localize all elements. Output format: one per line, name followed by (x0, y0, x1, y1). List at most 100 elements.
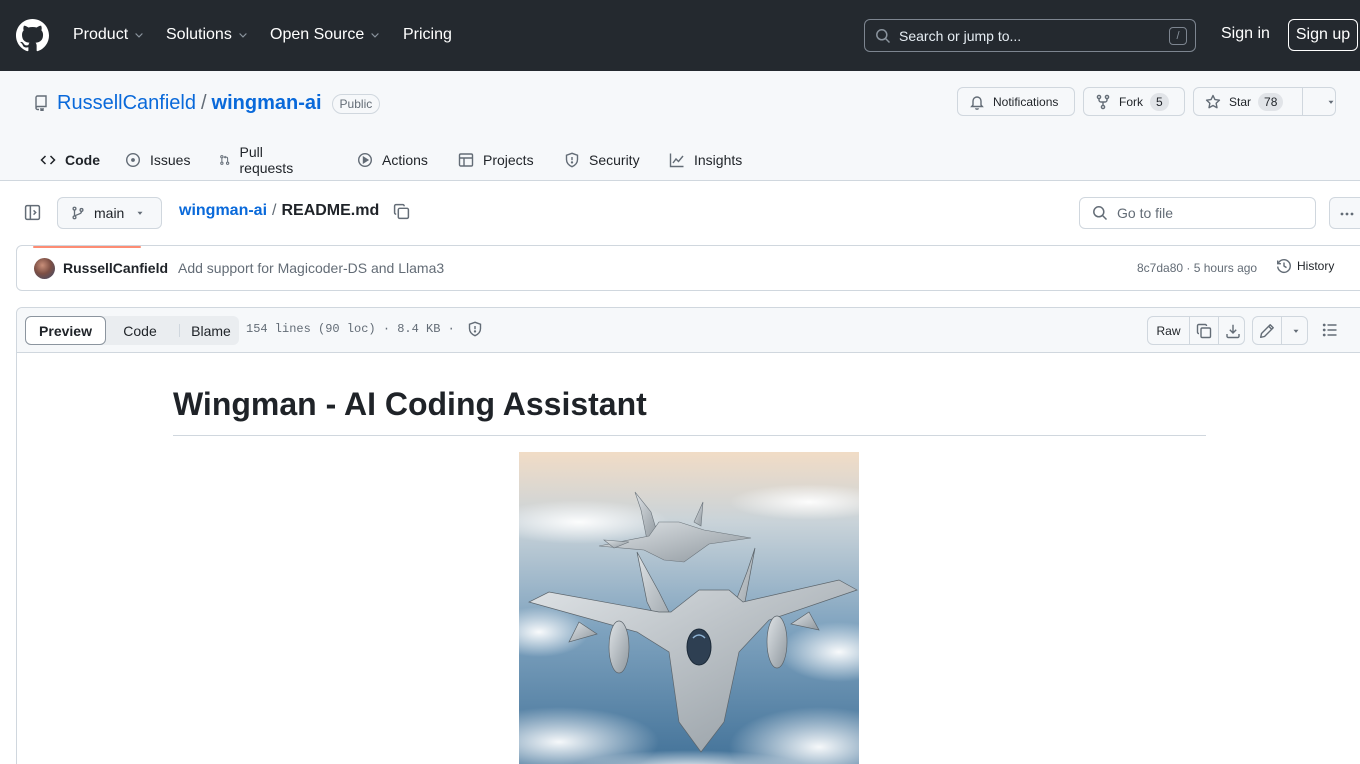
list-unordered-icon[interactable] (1322, 322, 1338, 338)
chevron-down-icon (239, 33, 247, 38)
copy-raw-button[interactable] (1190, 317, 1218, 344)
github-logo-icon[interactable] (16, 19, 49, 52)
chevron-down-icon (135, 33, 143, 38)
shield-icon (565, 152, 579, 168)
shield-check-icon[interactable] (467, 321, 483, 337)
notifications-button[interactable]: Notifications (957, 87, 1075, 116)
raw-copy-download-group: Raw (1147, 316, 1245, 345)
readme-title: Wingman - AI Coding Assistant (173, 386, 647, 422)
tab-issues[interactable]: Issues (125, 139, 190, 181)
sign-in-link[interactable]: Sign in (1221, 25, 1270, 43)
nav-solutions[interactable]: Solutions (166, 25, 249, 45)
fork-count: 5 (1150, 92, 1169, 111)
star-dropdown-caret[interactable] (1315, 97, 1344, 107)
edit-file-button[interactable] (1253, 317, 1281, 344)
branch-name: main (94, 205, 125, 221)
sign-up-button[interactable]: Sign up (1288, 19, 1358, 51)
go-to-file-placeholder: Go to file (1117, 205, 1174, 221)
download-icon (1225, 324, 1240, 338)
tab-projects-label: Projects (483, 152, 534, 168)
history-icon (1277, 259, 1291, 273)
nav-open-source[interactable]: Open Source (270, 25, 381, 45)
history-label: History (1297, 259, 1335, 273)
tab-pull-requests[interactable]: Pull requests (219, 139, 298, 181)
download-button[interactable] (1219, 317, 1246, 344)
repo-owner-link[interactable]: RussellCanfield (57, 92, 196, 115)
star-icon (1205, 94, 1221, 108)
star-button[interactable]: Star 78 (1193, 87, 1336, 116)
nav-solutions-label: Solutions (166, 26, 232, 43)
visibility-badge: Public (331, 93, 381, 114)
commit-sha-time[interactable]: 8c7da80 · 5 hours ago (1137, 261, 1257, 275)
nav-pricing[interactable]: Pricing (403, 25, 452, 45)
view-mode-switcher: Preview Code Blame (25, 316, 239, 345)
branch-selector[interactable]: main (57, 197, 162, 229)
nav-open-source-label: Open Source (270, 26, 365, 43)
nav-product[interactable]: Product (73, 25, 145, 45)
raw-label: Raw (1156, 323, 1181, 338)
blame-mode-button[interactable]: Blame (183, 316, 239, 345)
raw-button[interactable]: Raw (1148, 317, 1189, 344)
repo-name-link[interactable]: wingman-ai (212, 92, 322, 115)
latest-commit-bar: RussellCanfield Add support for Magicode… (16, 245, 1360, 291)
kebab-horizontal-icon (1340, 212, 1354, 216)
global-header: Product Solutions Open Source Pricing Se… (0, 0, 1360, 71)
hero-image[interactable] (519, 452, 859, 764)
search-input[interactable]: Search or jump to... / (864, 19, 1196, 52)
git-pull-request-icon (220, 155, 230, 165)
avatar[interactable] (34, 258, 55, 279)
edit-dropdown-button[interactable] (1282, 317, 1309, 344)
table-icon (458, 153, 474, 167)
code-mode-label: Code (123, 322, 157, 339)
repo-header: RussellCanfield / wingman-ai Public Noti… (0, 71, 1360, 248)
tab-security[interactable]: Security (564, 139, 640, 181)
code-icon (40, 155, 56, 165)
search-icon (1093, 206, 1108, 221)
repo-title: RussellCanfield / wingman-ai Public (57, 92, 381, 115)
tab-insights[interactable]: Insights (669, 139, 742, 181)
star-label: Star (1229, 94, 1252, 109)
history-button[interactable]: History (1276, 258, 1334, 274)
triangle-down-icon (1293, 329, 1298, 333)
issue-opened-icon (125, 152, 141, 168)
tab-actions[interactable]: Actions (357, 139, 428, 181)
notifications-label: Notifications (993, 94, 1059, 109)
code-mode-button[interactable]: Code (110, 316, 170, 345)
copy-path-icon[interactable] (393, 203, 410, 220)
pencil-icon (1260, 323, 1274, 338)
repo-icon (33, 95, 49, 111)
more-options-button[interactable] (1329, 197, 1360, 229)
nav-pricing-label: Pricing (403, 26, 452, 43)
tab-security-label: Security (589, 152, 640, 168)
chevron-down-icon (371, 33, 380, 38)
file-stats: 154 lines (90 loc) · 8.4 KB · (246, 322, 455, 336)
git-branch-icon (72, 206, 84, 220)
breadcrumb: wingman-ai / README.md (179, 202, 410, 220)
copy-icon (1196, 323, 1212, 338)
go-to-file-input[interactable]: Go to file (1079, 197, 1316, 229)
preview-mode-label: Preview (39, 322, 92, 339)
breadcrumb-repo-link[interactable]: wingman-ai (179, 202, 267, 220)
triangle-down-icon (1328, 100, 1334, 104)
preview-mode-button[interactable]: Preview (25, 316, 106, 345)
search-shortcut-key: / (1169, 27, 1187, 45)
commit-message-link[interactable]: Add support for Magicoder-DS and Llama3 (178, 260, 444, 276)
edit-button-group (1252, 316, 1308, 345)
commit-author-link[interactable]: RussellCanfield (63, 260, 168, 276)
star-split-divider (1302, 88, 1303, 115)
tab-actions-label: Actions (382, 152, 428, 168)
view-mode-divider (179, 324, 180, 337)
triangle-down-icon (137, 211, 143, 215)
file-toolbar: Preview Code Blame 154 lines (90 loc) · … (17, 308, 1360, 353)
repo-forked-icon (1096, 94, 1110, 109)
sidebar-expand-icon[interactable] (24, 204, 41, 221)
tab-insights-label: Insights (694, 152, 743, 168)
bell-icon (970, 95, 984, 110)
nav-product-label: Product (73, 26, 129, 43)
tab-projects[interactable]: Projects (458, 139, 534, 181)
breadcrumb-file-name: README.md (281, 202, 380, 219)
tab-issues-label: Issues (150, 152, 191, 168)
tab-code[interactable]: Code (40, 139, 100, 181)
graph-icon (669, 153, 684, 168)
fork-button[interactable]: Fork 5 (1083, 87, 1185, 116)
